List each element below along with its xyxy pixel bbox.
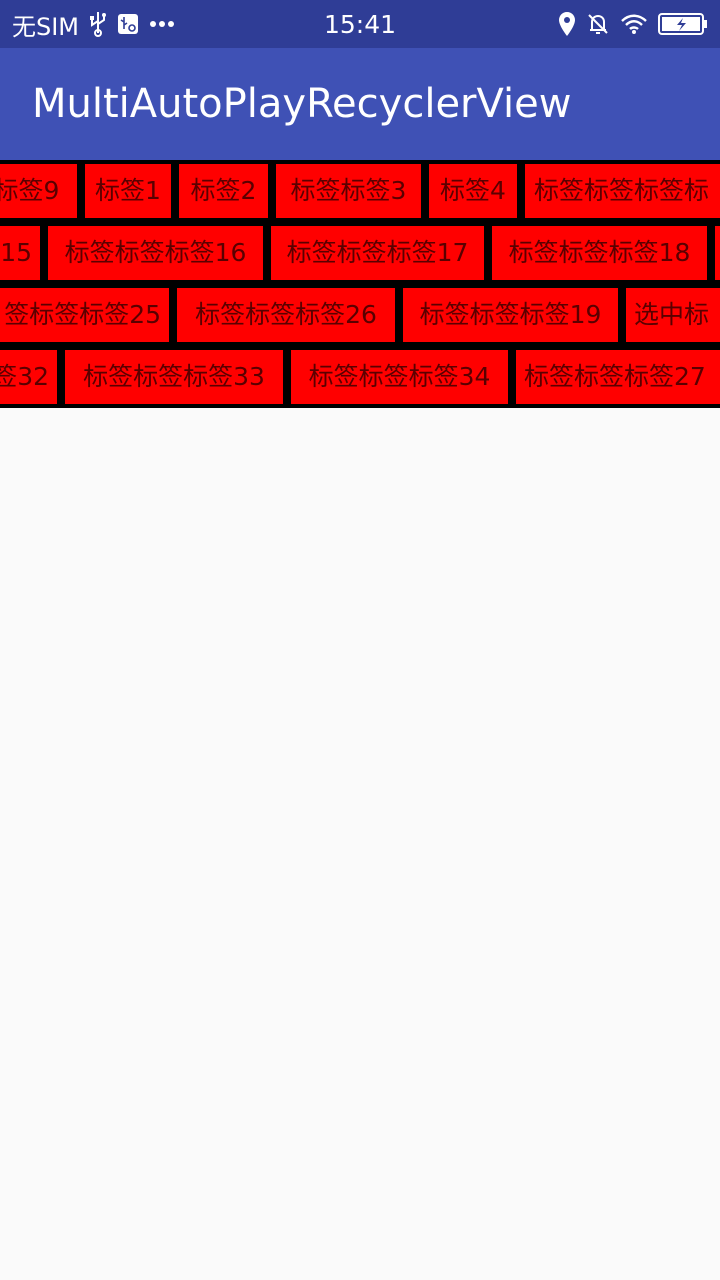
tag-item[interactable]: 标签2 (179, 164, 268, 218)
app-toolbar: MultiAutoPlayRecyclerView (0, 48, 720, 160)
toolbar-title: MultiAutoPlayRecyclerView (32, 81, 572, 127)
tag-item[interactable]: 标签标签标签18 (492, 226, 707, 280)
tag-item[interactable]: 签32 (0, 350, 57, 404)
status-bar: 无SIM 15:41 (0, 0, 720, 48)
tag-item[interactable]: 15 (0, 226, 40, 280)
tag-item[interactable]: 标签4 (429, 164, 517, 218)
tag-item[interactable] (715, 226, 720, 280)
tag-item[interactable]: 标签9 (0, 164, 77, 218)
tag-item[interactable]: 标签标签标签17 (271, 226, 484, 280)
tag-item[interactable]: 签标签标签25 (0, 288, 169, 342)
tag-item[interactable]: 标签标签标签27 (516, 350, 720, 404)
tag-item[interactable]: 标签1 (85, 164, 171, 218)
tag-item[interactable]: 标签标签3 (276, 164, 421, 218)
status-right-group (558, 0, 708, 48)
tag-recycler-view[interactable]: 标签9 标签1 标签2 标签标签3 标签4 标签标签标签标 15 标签标签标签1… (0, 160, 720, 408)
tag-item[interactable]: 标签标签标签26 (177, 288, 395, 342)
alarm-off-icon (586, 12, 610, 36)
tag-item[interactable]: 选中标 (626, 288, 720, 342)
tag-item[interactable]: 标签标签标签33 (65, 350, 283, 404)
wifi-icon (620, 13, 648, 35)
battery-charging-icon (658, 13, 708, 35)
tag-item[interactable]: 标签标签标签标 (525, 164, 720, 218)
tag-item[interactable]: 标签标签标签34 (291, 350, 508, 404)
empty-content-area (0, 408, 720, 1280)
tag-item[interactable]: 标签标签标签16 (48, 226, 263, 280)
location-icon (558, 11, 576, 37)
tag-item[interactable]: 标签标签标签19 (403, 288, 618, 342)
